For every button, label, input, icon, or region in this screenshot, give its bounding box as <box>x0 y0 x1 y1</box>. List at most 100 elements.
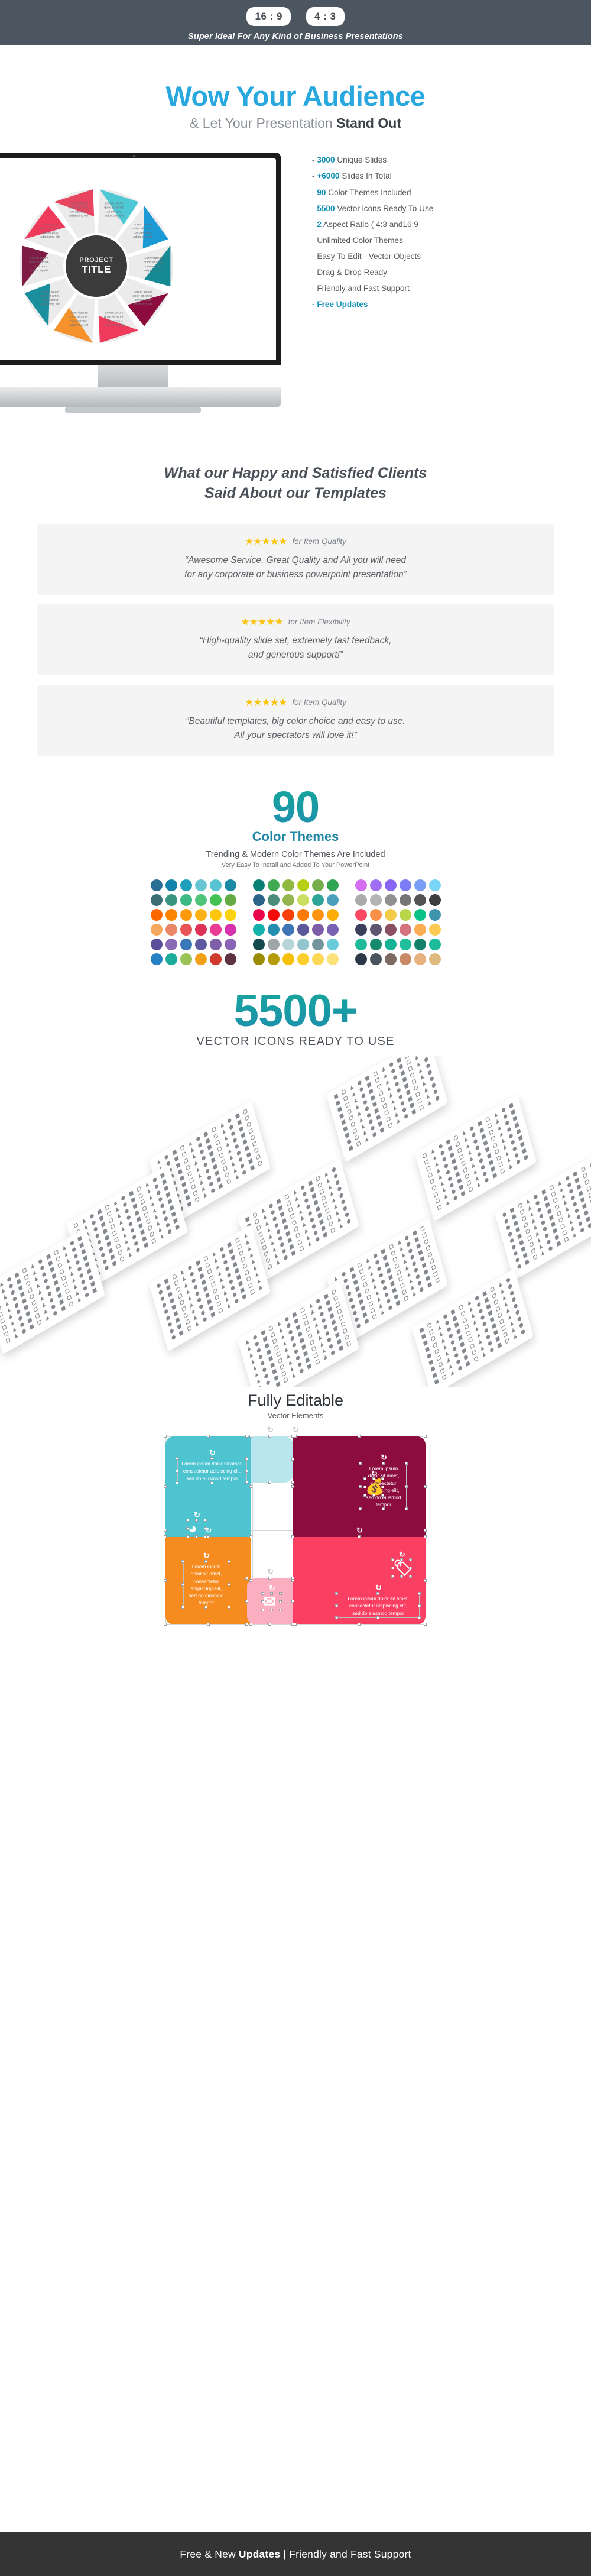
selection-handle[interactable] <box>358 1535 361 1539</box>
color-swatch[interactable] <box>428 909 441 921</box>
selection-handle[interactable] <box>261 1600 264 1604</box>
color-swatch[interactable] <box>384 909 397 921</box>
color-swatch[interactable] <box>150 924 163 936</box>
selection-handle[interactable] <box>261 1609 264 1612</box>
color-swatch[interactable] <box>267 894 280 907</box>
color-swatch[interactable] <box>326 939 339 951</box>
teal-block[interactable] <box>165 1436 251 1538</box>
selection-handle[interactable] <box>186 1527 189 1530</box>
ratio-pill-4-3[interactable]: 4 : 3 <box>306 7 345 26</box>
color-swatch[interactable] <box>194 953 207 966</box>
pie-chart-icon[interactable]: ◕ <box>188 1520 197 1536</box>
color-swatch[interactable] <box>194 924 207 936</box>
selection-handle[interactable] <box>409 1567 412 1570</box>
color-swatch[interactable] <box>282 894 294 907</box>
color-swatch[interactable] <box>252 894 265 907</box>
selection-handle[interactable] <box>359 1462 362 1465</box>
color-swatch[interactable] <box>428 894 441 907</box>
color-swatch[interactable] <box>209 924 222 936</box>
color-swatch[interactable] <box>414 909 426 921</box>
selection-handle[interactable] <box>228 1606 230 1609</box>
color-swatch[interactable] <box>282 879 294 892</box>
color-swatch[interactable] <box>384 953 397 966</box>
ratio-pill-16-9[interactable]: 16 : 9 <box>246 7 291 26</box>
color-swatch[interactable] <box>428 939 441 951</box>
color-swatch[interactable] <box>209 939 222 951</box>
selection-handle[interactable] <box>228 1560 230 1564</box>
color-swatch[interactable] <box>326 879 339 892</box>
color-swatch[interactable] <box>252 939 265 951</box>
selection-handle[interactable] <box>424 1535 427 1539</box>
selection-handle[interactable] <box>335 1604 338 1607</box>
selection-handle[interactable] <box>424 1529 427 1532</box>
selection-handle[interactable] <box>358 1623 361 1626</box>
color-swatch[interactable] <box>384 879 397 892</box>
selection-handle[interactable] <box>204 1560 207 1564</box>
selection-handle[interactable] <box>391 1558 394 1562</box>
color-swatch[interactable] <box>209 879 222 892</box>
color-swatch[interactable] <box>414 939 426 951</box>
selection-handle[interactable] <box>382 1462 385 1465</box>
color-swatch[interactable] <box>326 953 339 966</box>
color-swatch[interactable] <box>326 924 339 936</box>
color-swatch[interactable] <box>282 924 294 936</box>
selection-handle[interactable] <box>176 1481 178 1484</box>
color-swatch[interactable] <box>267 953 280 966</box>
mail-icon[interactable]: ✉ <box>263 1594 276 1609</box>
selection-handle[interactable] <box>424 1485 427 1488</box>
color-swatch[interactable] <box>165 953 177 966</box>
color-swatch[interactable] <box>267 939 280 951</box>
color-swatch[interactable] <box>384 924 397 936</box>
selection-handle[interactable] <box>245 1600 248 1603</box>
selection-handle[interactable] <box>186 1519 189 1522</box>
color-swatch[interactable] <box>428 924 441 936</box>
color-swatch[interactable] <box>399 953 411 966</box>
color-swatch[interactable] <box>282 939 294 951</box>
color-swatch[interactable] <box>297 939 309 951</box>
selection-handle[interactable] <box>376 1592 379 1596</box>
color-swatch[interactable] <box>165 879 177 892</box>
color-swatch[interactable] <box>194 939 207 951</box>
selection-handle[interactable] <box>363 1486 366 1489</box>
selection-handle[interactable] <box>363 1494 366 1497</box>
color-swatch[interactable] <box>209 894 222 907</box>
color-swatch[interactable] <box>384 894 397 907</box>
selection-handle[interactable] <box>382 1507 385 1511</box>
color-swatch[interactable] <box>194 879 207 892</box>
color-swatch[interactable] <box>209 953 222 966</box>
selection-handle[interactable] <box>181 1560 184 1564</box>
selection-handle[interactable] <box>381 1486 384 1489</box>
selection-handle[interactable] <box>245 1458 248 1461</box>
selection-handle[interactable] <box>249 1579 252 1583</box>
color-swatch[interactable] <box>326 894 339 907</box>
color-swatch[interactable] <box>311 894 324 907</box>
selection-handle[interactable] <box>164 1485 167 1488</box>
color-swatch[interactable] <box>311 879 324 892</box>
color-swatch[interactable] <box>414 879 426 892</box>
selection-handle[interactable] <box>249 1535 252 1539</box>
color-swatch[interactable] <box>165 939 177 951</box>
color-swatch[interactable] <box>297 894 309 907</box>
selection-handle[interactable] <box>181 1606 184 1609</box>
color-swatch[interactable] <box>267 879 280 892</box>
color-swatch[interactable] <box>194 909 207 921</box>
selection-handle[interactable] <box>268 1435 271 1438</box>
color-swatch[interactable] <box>297 924 309 936</box>
selection-handle[interactable] <box>291 1535 294 1539</box>
selection-handle[interactable] <box>291 1577 294 1580</box>
color-swatch[interactable] <box>297 953 309 966</box>
color-swatch[interactable] <box>311 939 324 951</box>
color-swatch[interactable] <box>428 953 441 966</box>
color-swatch[interactable] <box>297 879 309 892</box>
selection-handle[interactable] <box>279 1600 282 1604</box>
selection-handle[interactable] <box>204 1606 207 1609</box>
selection-handle[interactable] <box>409 1575 412 1578</box>
selection-handle[interactable] <box>164 1579 167 1583</box>
color-swatch[interactable] <box>414 953 426 966</box>
color-swatch[interactable] <box>267 909 280 921</box>
selection-handle[interactable] <box>418 1592 421 1596</box>
selection-handle[interactable] <box>245 1469 248 1473</box>
selection-handle[interactable] <box>391 1575 394 1578</box>
color-swatch[interactable] <box>399 924 411 936</box>
color-swatch[interactable] <box>224 879 236 892</box>
